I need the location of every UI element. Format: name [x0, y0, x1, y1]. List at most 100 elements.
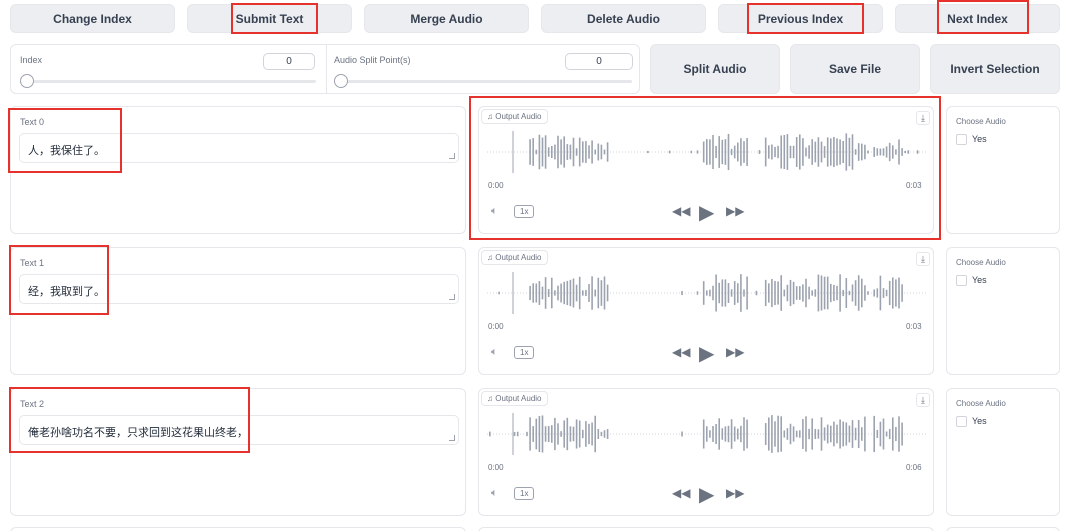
waveform-bar [861, 427, 863, 441]
waveform-bar [901, 284, 903, 302]
waveform-bar [541, 415, 544, 453]
waveform-bar [724, 426, 727, 442]
volume-icon[interactable]: 🔈︎ [491, 487, 498, 500]
index-slider-track[interactable] [20, 80, 316, 83]
waveform-bar [805, 278, 807, 308]
waveform-bar [730, 148, 733, 156]
time-end-1: 0:03 [906, 322, 922, 331]
fast-forward-icon[interactable]: ▶▶ [726, 204, 744, 218]
fast-forward-icon[interactable]: ▶▶ [726, 486, 744, 500]
index-number-input[interactable]: 0 [263, 53, 315, 70]
resize-handle-icon[interactable] [449, 153, 455, 159]
waveform-bar [597, 277, 600, 309]
waveform-bar [826, 424, 829, 444]
play-icon[interactable]: ▶ [699, 200, 714, 225]
download-icon[interactable]: ⤓ [916, 393, 930, 407]
save-file-button[interactable]: Save File [790, 44, 920, 94]
text-input-0[interactable]: 人，我保住了。 [19, 133, 459, 163]
submit-text-button[interactable]: Submit Text [187, 4, 352, 33]
waveform-bar [857, 419, 860, 449]
play-icon[interactable]: ▶ [699, 341, 714, 366]
waveform-bar [857, 275, 860, 311]
waveform-bar [696, 150, 699, 154]
invert-selection-button[interactable]: Invert Selection [930, 44, 1060, 94]
waveform-bar [535, 283, 538, 303]
waveform-bar [882, 288, 885, 298]
rewind-icon[interactable]: ◀◀ [672, 204, 690, 218]
fast-forward-icon[interactable]: ▶▶ [726, 345, 744, 359]
split-slider-track[interactable] [334, 80, 632, 83]
previous-index-button[interactable]: Previous Index [718, 4, 883, 33]
rewind-icon[interactable]: ◀◀ [672, 345, 690, 359]
split-point-input[interactable]: 0 [565, 53, 633, 70]
download-icon[interactable]: ⤓ [916, 111, 930, 125]
speed-button-2[interactable]: 1x [514, 487, 535, 500]
text-card-1: Text 1 经，我取到了。 [10, 247, 466, 375]
waveform-bar [547, 289, 550, 297]
speed-button-1[interactable]: 1x [514, 346, 535, 359]
waveform-bar [783, 289, 786, 297]
waveform-bar [733, 281, 736, 305]
index-slider-thumb[interactable] [20, 74, 34, 88]
next-index-button[interactable]: Next Index [895, 4, 1060, 33]
waveform-bar [600, 144, 603, 160]
choose-audio-checkbox-0[interactable] [956, 134, 967, 145]
waveform-0[interactable] [487, 129, 927, 175]
time-start-0: 0:00 [488, 181, 504, 190]
choose-audio-checkbox-2[interactable] [956, 416, 967, 427]
waveform-bar [811, 418, 813, 450]
change-index-button[interactable]: Change Index [10, 4, 175, 33]
play-icon[interactable]: ▶ [699, 482, 714, 507]
text-input-2[interactable]: 俺老孙啥功名不要，只求回到这花果山终老， [19, 415, 459, 445]
waveform-bar [588, 145, 590, 159]
waveform-bar [867, 150, 869, 154]
split-audio-button[interactable]: Split Audio [650, 44, 780, 94]
speed-button-0[interactable]: 1x [514, 205, 535, 218]
resize-handle-icon[interactable] [449, 294, 455, 300]
rewind-icon[interactable]: ◀◀ [672, 486, 690, 500]
delete-audio-button[interactable]: Delete Audio [541, 4, 706, 33]
waveform-bar [566, 280, 569, 306]
waveform-bar [774, 146, 776, 158]
waveform-bar [898, 416, 900, 452]
waveform-bar [715, 274, 717, 312]
waveform-bar [712, 425, 714, 443]
waveform-bar [600, 431, 603, 437]
resize-handle-icon[interactable] [449, 435, 455, 441]
waveform-bar [569, 144, 572, 160]
waveform-1[interactable] [487, 270, 927, 316]
text-label-2: Text 2 [20, 399, 45, 409]
download-icon[interactable]: ⤓ [916, 252, 930, 266]
waveform-bar [895, 149, 897, 155]
waveform-bar [594, 149, 596, 155]
waveform-bar [789, 279, 792, 307]
waveform-bar [560, 139, 562, 165]
slider-panel: Index 0 Audio Split Point(s) 0 [10, 44, 640, 94]
waveform-bar [820, 141, 823, 163]
waveform-bar [591, 276, 593, 310]
volume-icon[interactable]: 🔈︎ [491, 205, 498, 218]
split-slider-thumb[interactable] [334, 74, 348, 88]
waveform-bar [795, 137, 798, 167]
waveform-bar [864, 285, 866, 301]
waveform-bar [898, 277, 900, 309]
text-input-1[interactable]: 经，我取到了。 [19, 274, 459, 304]
waveform-2[interactable] [487, 411, 927, 457]
waveform-bar [826, 276, 829, 310]
audio-card-0: ♫ Output Audio ⤓ 0:00 0:03 🔈︎ 1x ◀◀ ▶ ▶▶ [478, 106, 934, 234]
waveform-bar [721, 279, 724, 307]
waveform-bar [541, 137, 544, 167]
waveform-bar [876, 288, 879, 298]
choose-audio-checkbox-1[interactable] [956, 275, 967, 286]
waveform-bar [706, 290, 708, 296]
waveform-bar [805, 147, 807, 157]
waveform-bar [724, 279, 727, 307]
waveform-bar [802, 284, 804, 302]
time-end-0: 0:03 [906, 181, 922, 190]
waveform-bar [727, 282, 730, 304]
waveform-bar [836, 138, 838, 166]
output-audio-label-2: ♫ Output Audio [481, 391, 548, 406]
waveform-bar [826, 137, 829, 167]
merge-audio-button[interactable]: Merge Audio [364, 4, 529, 33]
volume-icon[interactable]: 🔈︎ [491, 346, 498, 359]
